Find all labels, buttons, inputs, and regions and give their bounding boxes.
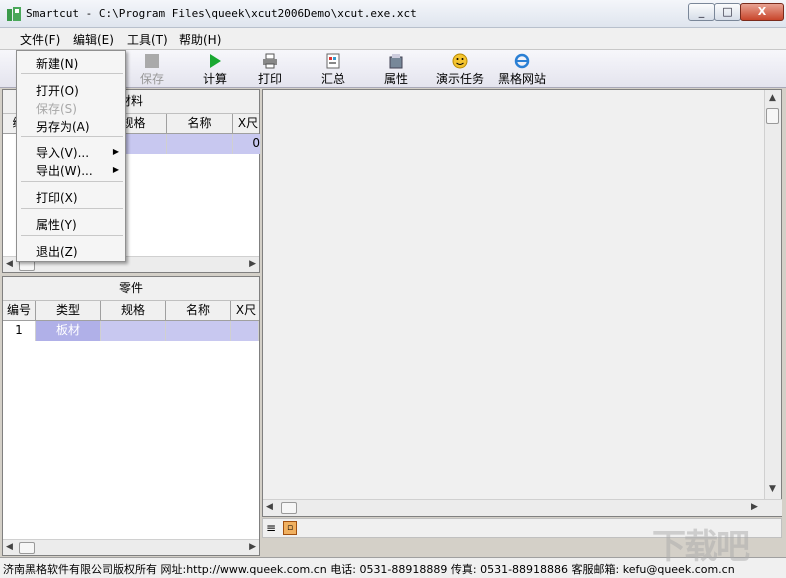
parts-col-spec[interactable]: 规格 (101, 301, 166, 321)
drawing-area[interactable]: ▲ ▼ ◀ ▶ (262, 89, 782, 517)
menu-separator (21, 136, 123, 137)
menu-edit[interactable]: 编辑(E) (73, 31, 114, 48)
maximize-button[interactable]: □ (714, 3, 741, 21)
toolbar-properties-label: 属性 (383, 72, 408, 86)
menu-item-import[interactable]: 导入(V)... (36, 144, 89, 161)
status-text: 济南黑格软件有限公司版权所有 网址:http://www.queek.com.c… (3, 563, 735, 576)
scroll-thumb[interactable] (766, 108, 779, 124)
page-view-icon[interactable]: ▫ (283, 521, 297, 535)
drawing-vscrollbar[interactable]: ▲ ▼ (764, 90, 781, 500)
toolbar-website-label: 黑格网站 (497, 72, 546, 86)
parts-cell-x[interactable] (231, 321, 259, 341)
parts-col-type[interactable]: 类型 (36, 301, 101, 321)
smiley-icon (452, 53, 468, 69)
parts-cell-type[interactable]: 板材 (36, 321, 101, 341)
menu-tools[interactable]: 工具(T) (127, 31, 168, 48)
save-icon (144, 53, 160, 69)
parts-title: 零件 (3, 277, 259, 301)
parts-col-x[interactable]: X尺 (231, 301, 261, 321)
menu-help[interactable]: 帮助(H) (179, 31, 221, 48)
menu-bar: 文件(F) 编辑(E) 工具(T) 帮助(H) (0, 28, 786, 50)
title-bar: Smartcut - C:\Program Files\queek\xcut20… (0, 0, 786, 28)
menu-item-exit[interactable]: 退出(Z) (36, 243, 78, 260)
menu-separator (21, 181, 123, 182)
parts-cell-name[interactable] (166, 321, 231, 341)
toolbar-demo-button[interactable]: 演示任务 (430, 52, 490, 86)
table-row[interactable]: 1 板材 (3, 321, 259, 341)
scroll-thumb[interactable] (19, 542, 35, 554)
menu-item-new[interactable]: 新建(N) (36, 55, 78, 72)
window-title: Smartcut - C:\Program Files\queek\xcut20… (26, 7, 417, 20)
scroll-left-icon[interactable]: ◀ (6, 542, 13, 552)
menu-item-save: 保存(S) (36, 102, 77, 116)
menu-separator (21, 235, 123, 236)
toolbar-save-button[interactable]: 保存 (122, 52, 182, 86)
parts-pane: 零件 编号 类型 规格 名称 X尺 1 板材 ◀ ▶ (2, 276, 260, 556)
app-icon (6, 6, 22, 22)
scroll-right-icon[interactable]: ▶ (249, 542, 256, 552)
toolbar-website-button[interactable]: 黑格网站 (492, 52, 552, 86)
menu-separator (21, 208, 123, 209)
toolbar-print-button[interactable]: 打印 (240, 52, 300, 86)
materials-cell-x[interactable]: 0 (233, 134, 261, 154)
parts-cell-spec[interactable] (101, 321, 166, 341)
menu-item-properties[interactable]: 属性(Y) (36, 216, 77, 233)
menu-separator (21, 73, 123, 74)
scroll-right-icon[interactable]: ▶ (249, 259, 256, 269)
toolbar-save-label: 保存 (139, 72, 164, 86)
scroll-thumb[interactable] (281, 502, 297, 514)
toolbar-calculate-button[interactable]: 计算 (185, 52, 245, 86)
parts-col-id[interactable]: 编号 (3, 301, 36, 321)
menu-item-open[interactable]: 打开(O) (36, 82, 79, 99)
parts-header: 编号 类型 规格 名称 X尺 (3, 301, 259, 321)
submenu-arrow-icon: ▶ (112, 147, 119, 156)
svg-text:下载吧: 下载吧 (652, 527, 750, 565)
scroll-left-icon[interactable]: ◀ (266, 502, 273, 512)
browser-icon (514, 53, 530, 69)
parts-col-name[interactable]: 名称 (166, 301, 231, 321)
materials-cell-name[interactable] (167, 134, 233, 154)
toolbar-calculate-label: 计算 (202, 72, 227, 86)
scroll-down-icon[interactable]: ▼ (769, 484, 776, 494)
scroll-left-icon[interactable]: ◀ (6, 259, 13, 269)
materials-col-x[interactable]: X尺 (233, 114, 263, 134)
toolbar-properties-button[interactable]: 属性 (366, 52, 426, 86)
scroll-up-icon[interactable]: ▲ (769, 93, 776, 103)
toolbar-summary-button[interactable]: 汇总 (303, 52, 363, 86)
close-button[interactable]: X (740, 3, 784, 21)
minimize-button[interactable]: _ (688, 3, 715, 21)
menu-item-save-as[interactable]: 另存为(A) (36, 118, 90, 135)
parts-cell-id[interactable]: 1 (3, 321, 36, 341)
toolbar-demo-label: 演示任务 (435, 72, 484, 86)
parts-hscrollbar[interactable]: ◀ ▶ (3, 539, 259, 555)
list-view-icon[interactable]: ≡ (266, 521, 276, 535)
submenu-arrow-icon: ▶ (112, 165, 119, 174)
summary-icon (325, 53, 341, 69)
toolbar-summary-label: 汇总 (320, 72, 345, 86)
toolbar-print-label: 打印 (257, 72, 282, 86)
printer-icon (262, 53, 278, 69)
play-icon (207, 53, 223, 69)
file-menu-dropdown: 新建(N) 打开(O) 保存(S) 另存为(A) 导入(V)... ▶ 导出(W… (16, 50, 126, 262)
menu-item-print[interactable]: 打印(X) (36, 189, 78, 206)
menu-file[interactable]: 文件(F) (20, 31, 60, 48)
drawing-hscrollbar[interactable]: ◀ ▶ (263, 499, 782, 516)
watermark-logo: 下载吧 (650, 525, 780, 574)
properties-icon (388, 53, 404, 69)
menu-item-export[interactable]: 导出(W)... (36, 162, 93, 179)
scroll-right-icon[interactable]: ▶ (751, 502, 758, 512)
materials-col-name[interactable]: 名称 (167, 114, 233, 134)
